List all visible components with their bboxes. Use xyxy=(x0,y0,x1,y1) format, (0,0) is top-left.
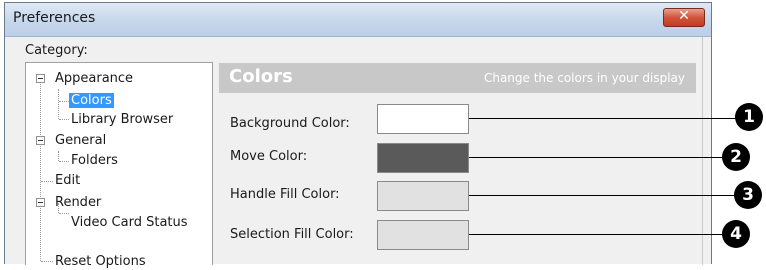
tree-item-label: Render xyxy=(55,195,102,210)
tree-connector xyxy=(59,213,69,214)
tree-item-library-browser[interactable]: Library Browser xyxy=(71,111,173,128)
tree-collapse-toggle-general[interactable] xyxy=(36,136,45,145)
tree-item-label: Video Card Status xyxy=(71,215,188,230)
callout-line xyxy=(469,195,739,196)
callout-line xyxy=(469,234,731,235)
callout-badge-3: 3 xyxy=(734,181,762,209)
category-label: Category: xyxy=(25,43,88,58)
preferences-dialog: Preferences ✕ Category: Appearance Color… xyxy=(4,2,712,269)
panel-divider xyxy=(702,37,703,265)
panel-header: Colors Change the colors in your display xyxy=(219,63,696,93)
tree-collapse-toggle-appearance[interactable] xyxy=(36,74,45,83)
move-color-swatch[interactable] xyxy=(377,143,469,173)
callout-badge-4: 4 xyxy=(722,220,750,248)
selection-fill-color-swatch[interactable] xyxy=(377,220,469,250)
selection-fill-color-label: Selection Fill Color: xyxy=(230,227,354,242)
callout-badge-1: 1 xyxy=(735,103,763,131)
tree-item-label: Edit xyxy=(55,173,81,188)
callout-line xyxy=(469,157,731,158)
tree-item-label: Library Browser xyxy=(71,112,174,127)
tree-item-label: Folders xyxy=(71,153,118,168)
tree-item-edit[interactable]: Edit xyxy=(55,172,80,189)
handle-fill-color-label: Handle Fill Color: xyxy=(230,187,340,202)
handle-fill-color-swatch[interactable] xyxy=(377,181,469,211)
move-color-label: Move Color: xyxy=(230,149,308,164)
tree-item-label: General xyxy=(55,133,107,148)
tree-connector xyxy=(58,151,59,161)
title-bar[interactable]: Preferences ✕ xyxy=(5,3,711,37)
tree-item-appearance[interactable]: Appearance xyxy=(55,70,133,87)
close-button[interactable]: ✕ xyxy=(663,8,705,27)
tree-item-label: Colors xyxy=(69,93,114,108)
panel-subtitle: Change the colors in your display xyxy=(483,71,685,85)
callout-line xyxy=(469,118,741,119)
tree-item-folders[interactable]: Folders xyxy=(71,152,118,169)
tree-collapse-toggle-render[interactable] xyxy=(36,198,45,207)
close-icon: ✕ xyxy=(678,8,690,24)
tree-connector xyxy=(58,89,59,119)
background-color-swatch[interactable] xyxy=(377,104,469,134)
tree-connector xyxy=(59,161,69,162)
tree-item-colors[interactable]: Colors xyxy=(69,92,114,109)
window-title: Preferences xyxy=(13,10,96,26)
category-tree[interactable]: Appearance Colors Library Browser Genera… xyxy=(25,62,213,269)
tree-connector xyxy=(40,77,41,261)
tree-connector xyxy=(59,119,69,120)
tree-item-render[interactable]: Render xyxy=(55,194,101,211)
callout-badge-2: 2 xyxy=(722,143,750,171)
panel-title: Colors xyxy=(229,66,293,87)
tree-item-label: Appearance xyxy=(55,71,134,86)
tree-connector xyxy=(59,101,69,102)
tree-item-video-card-status[interactable]: Video Card Status xyxy=(71,214,188,231)
tree-item-general[interactable]: General xyxy=(55,132,106,149)
background-color-label: Background Color: xyxy=(230,116,350,131)
tree-connector xyxy=(41,181,53,182)
